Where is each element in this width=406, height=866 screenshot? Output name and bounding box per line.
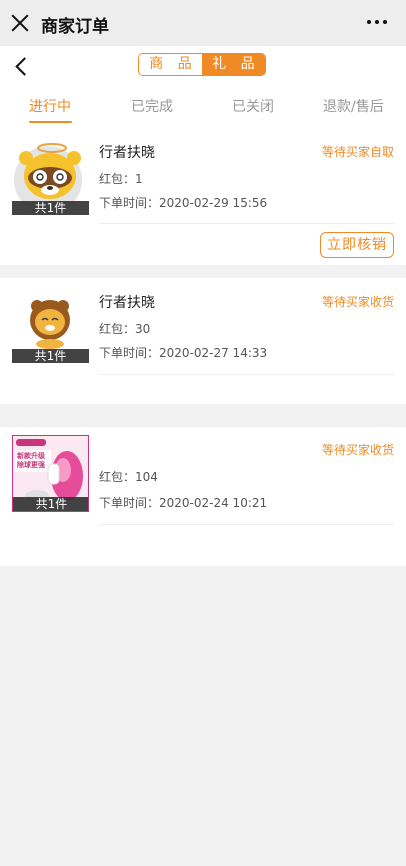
window-title: 商家订单	[41, 17, 109, 37]
order-time: 下单时间：2020-02-24 10:21	[99, 496, 268, 510]
redpacket-amount: 红包：1	[99, 172, 143, 186]
order-card[interactable]: 共1件 行者扶晓 等待买家收货 红包：30 下单时间：2020-02-27 14…	[0, 278, 406, 404]
order-card[interactable]: 新款升级 除球更强 共1件 等待买家收货 红包：104 下单时间：2020-02…	[0, 427, 406, 566]
tab-closed[interactable]: 已关闭	[232, 96, 274, 116]
divider	[99, 524, 394, 525]
verify-button[interactable]: 立即核销	[320, 232, 394, 258]
order-status: 等待买家收货	[321, 295, 394, 309]
order-time: 下单时间：2020-02-27 14:33	[99, 346, 268, 360]
active-tab-indicator	[29, 121, 72, 123]
order-time: 下单时间：2020-02-29 15:56	[99, 196, 268, 210]
segment-gifts[interactable]: 礼 品	[202, 54, 265, 75]
order-card[interactable]: 共1件 行者扶晓 等待买家自取 红包：1 下单时间：2020-02-29 15:…	[0, 130, 406, 265]
goods-gifts-switch: 商 品 礼 品	[138, 53, 266, 76]
buyer-name: 行者扶晓	[99, 145, 155, 161]
more-icon[interactable]	[367, 16, 387, 26]
tab-completed[interactable]: 已完成	[131, 96, 173, 116]
svg-text:新款升级: 新款升级	[17, 451, 46, 460]
back-icon[interactable]	[13, 57, 31, 75]
buyer-name: 行者扶晓	[99, 295, 155, 311]
svg-text:除球更强: 除球更强	[17, 460, 45, 469]
tab-in-progress[interactable]: 进行中	[29, 96, 71, 116]
segment-goods[interactable]: 商 品	[139, 54, 202, 75]
lion-mascot-icon: 共1件	[12, 286, 89, 363]
order-status: 等待买家收货	[321, 443, 394, 457]
order-status: 等待买家自取	[321, 145, 394, 159]
item-count-badge: 共1件	[12, 349, 89, 363]
item-count-badge: 共1件	[13, 497, 88, 511]
close-icon[interactable]	[11, 14, 29, 32]
raccoon-mascot-icon: 共1件	[12, 138, 89, 215]
divider	[99, 223, 394, 224]
redpacket-amount: 红包：30	[99, 322, 151, 336]
status-tabs: 进行中 已完成 已关闭 退款/售后	[0, 86, 406, 130]
top-bar: 商家订单	[0, 0, 406, 46]
nav-bar: 商 品 礼 品	[0, 46, 406, 86]
item-count-badge: 共1件	[12, 201, 89, 215]
tab-refund[interactable]: 退款/售后	[323, 96, 384, 116]
lint-remover-product-icon: 新款升级 除球更强 共1件	[12, 435, 89, 512]
redpacket-amount: 红包：104	[99, 470, 158, 484]
divider	[99, 374, 394, 375]
